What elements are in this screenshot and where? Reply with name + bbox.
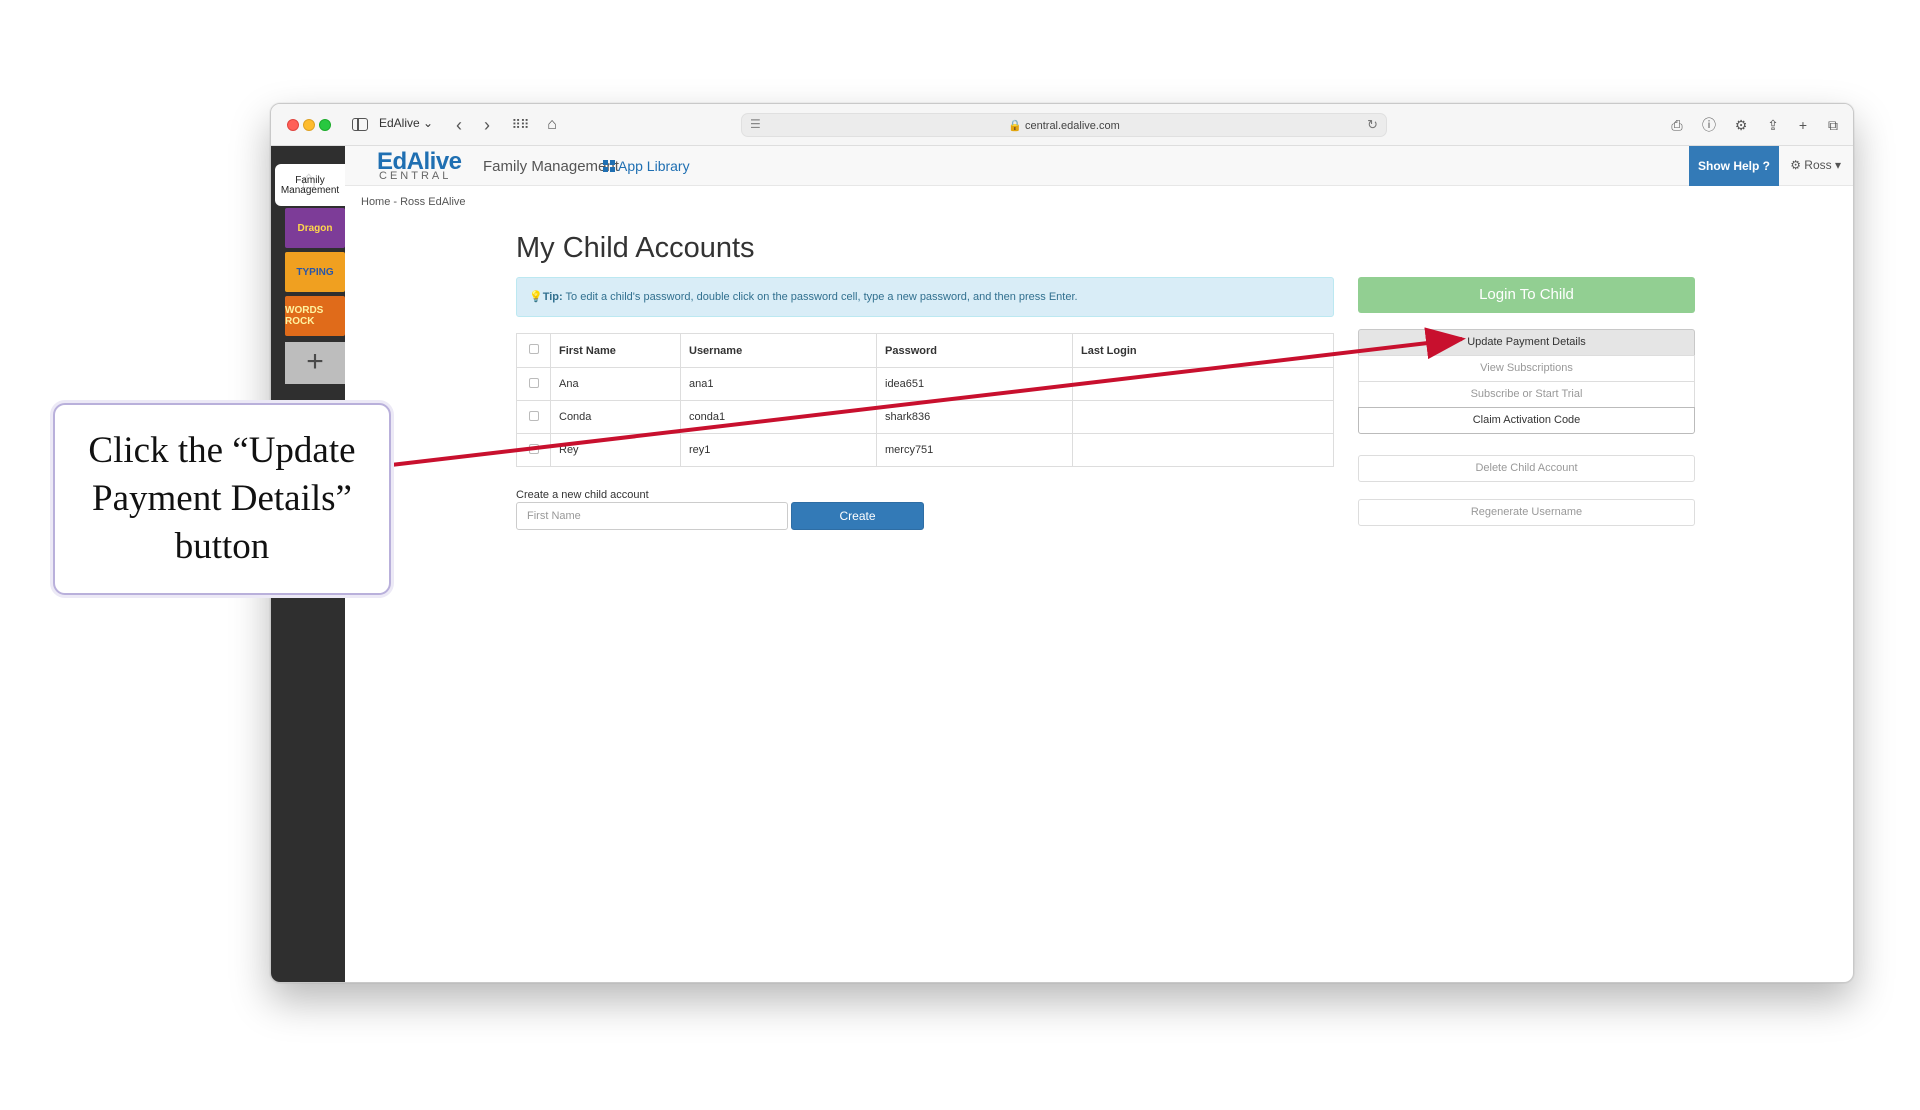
- select-all-checkbox[interactable]: [516, 333, 551, 368]
- account-actions-list: Update Payment Details View Subscription…: [1358, 329, 1695, 434]
- subscribe-start-trial-button[interactable]: Subscribe or Start Trial: [1358, 381, 1695, 408]
- claim-activation-code-button[interactable]: Claim Activation Code: [1358, 407, 1695, 434]
- table-row[interactable]: Rey rey1 mercy751: [516, 433, 1334, 467]
- username-cell[interactable]: conda1: [680, 400, 877, 434]
- home-icon[interactable]: ⌂: [541, 114, 563, 136]
- nav-app-library[interactable]: App Library: [603, 158, 690, 174]
- page-title: My Child Accounts: [516, 232, 755, 264]
- typing-game-tile[interactable]: TYPING: [285, 252, 345, 292]
- first-name-cell[interactable]: Ana: [550, 367, 681, 401]
- reload-icon[interactable]: ↻: [1367, 117, 1378, 133]
- app-header: EdAlive CENTRAL Family Management App Li…: [345, 146, 1853, 186]
- address-bar[interactable]: ☰ 🔒 central.edalive.com ↻: [741, 113, 1387, 137]
- tab-overview-icon[interactable]: ⧉: [1823, 115, 1843, 135]
- nav-family-management[interactable]: Family Management: [483, 158, 619, 175]
- update-payment-details-button[interactable]: Update Payment Details: [1358, 329, 1695, 356]
- family-management-tile[interactable]: ⌂ Family Management: [275, 164, 345, 206]
- login-to-child-button[interactable]: Login To Child: [1358, 277, 1695, 313]
- tip-alert: 💡Tip: To edit a child's password, double…: [516, 277, 1334, 317]
- column-header-last-login[interactable]: Last Login: [1072, 333, 1334, 368]
- show-help-button[interactable]: Show Help ?: [1689, 146, 1779, 186]
- last-login-cell: [1072, 400, 1334, 434]
- username-cell[interactable]: rey1: [680, 433, 877, 467]
- last-login-cell: [1072, 433, 1334, 467]
- tab-group-name[interactable]: EdAlive ⌄: [379, 116, 433, 130]
- table-row[interactable]: Ana ana1 idea651: [516, 367, 1334, 401]
- password-cell[interactable]: mercy751: [876, 433, 1073, 467]
- row-checkbox[interactable]: [516, 400, 551, 434]
- password-cell[interactable]: shark836: [876, 400, 1073, 434]
- browser-window: EdAlive ⌄ ‹ › ⠿⠿ ⌂ ☰ 🔒 central.edalive.c…: [270, 103, 1854, 983]
- dragon-game-tile[interactable]: Dragon: [285, 208, 345, 248]
- minimize-window-button[interactable]: [303, 119, 315, 131]
- create-child-label: Create a new child account: [516, 489, 649, 501]
- breadcrumb[interactable]: Home - Ross EdAlive: [361, 196, 466, 208]
- delete-child-account-button[interactable]: Delete Child Account: [1358, 455, 1695, 482]
- username-cell[interactable]: ana1: [680, 367, 877, 401]
- user-menu[interactable]: ⚙ Ross ▾: [1790, 158, 1841, 172]
- table-header-row: First Name Username Password Last Login: [516, 333, 1334, 368]
- grid-icon[interactable]: ⠿⠿: [509, 114, 531, 136]
- add-app-button[interactable]: +: [285, 342, 345, 384]
- edalive-logo[interactable]: EdAlive CENTRAL: [377, 148, 462, 182]
- first-name-cell[interactable]: Rey: [550, 433, 681, 467]
- new-tab-icon[interactable]: +: [1793, 115, 1813, 135]
- table-row[interactable]: Conda conda1 shark836: [516, 400, 1334, 434]
- url-text: 🔒 central.edalive.com: [1008, 120, 1120, 132]
- password-cell[interactable]: idea651: [876, 367, 1073, 401]
- first-name-cell[interactable]: Conda: [550, 400, 681, 434]
- words-rock-game-tile[interactable]: WORDS ROCK: [285, 296, 345, 336]
- zoom-window-button[interactable]: [319, 119, 331, 131]
- gear-icon[interactable]: ⚙: [1731, 115, 1751, 135]
- back-icon[interactable]: ‹: [449, 114, 469, 136]
- close-window-button[interactable]: [287, 119, 299, 131]
- lightbulb-icon: 💡: [529, 291, 543, 303]
- child-accounts-table: First Name Username Password Last Login …: [516, 333, 1334, 467]
- regenerate-username-button[interactable]: Regenerate Username: [1358, 499, 1695, 526]
- forward-icon[interactable]: ›: [477, 114, 497, 136]
- view-subscriptions-button[interactable]: View Subscriptions: [1358, 355, 1695, 382]
- last-login-cell: [1072, 367, 1334, 401]
- instruction-callout: Click the “Update Payment Details” butto…: [53, 403, 391, 595]
- column-header-password[interactable]: Password: [876, 333, 1073, 368]
- column-header-first-name[interactable]: First Name: [550, 333, 681, 368]
- first-name-input[interactable]: [516, 502, 788, 530]
- browser-toolbar: EdAlive ⌄ ‹ › ⠿⠿ ⌂ ☰ 🔒 central.edalive.c…: [271, 104, 1853, 146]
- create-button[interactable]: Create: [791, 502, 924, 530]
- row-checkbox[interactable]: [516, 433, 551, 467]
- share-icon[interactable]: ⇪: [1763, 115, 1783, 135]
- column-header-username[interactable]: Username: [680, 333, 877, 368]
- info-icon[interactable]: ⓘ: [1699, 115, 1719, 135]
- row-checkbox[interactable]: [516, 367, 551, 401]
- grid-icon: [603, 160, 615, 172]
- sidebar-toggle-icon[interactable]: [349, 114, 371, 136]
- print-icon[interactable]: ⎙: [1667, 115, 1687, 135]
